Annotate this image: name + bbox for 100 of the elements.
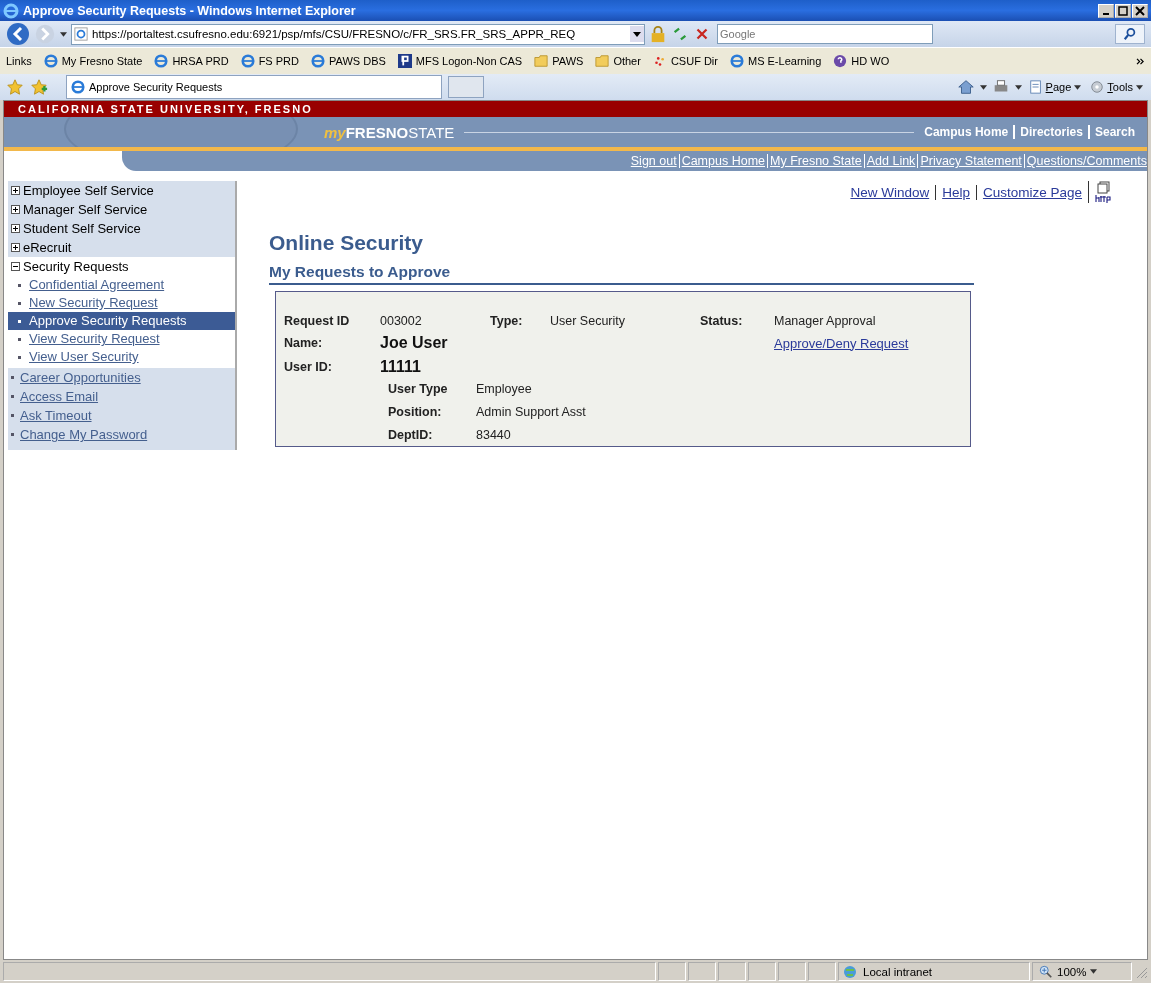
folder-icon [534, 54, 549, 68]
portal-logo: myFRESNOSTATE [324, 123, 455, 141]
folder-icon [595, 54, 610, 68]
menu-link[interactable]: Career Opportunities [20, 368, 141, 387]
expand-icon[interactable] [11, 186, 20, 195]
bullet-icon [11, 433, 14, 436]
favorite-link[interactable]: CSUF Dir [652, 54, 718, 68]
approve-deny-link[interactable]: Approve/Deny Request [774, 335, 970, 351]
maximize-icon [1118, 5, 1128, 16]
bullet-icon [18, 301, 21, 305]
menu-folder[interactable]: Security Requests [11, 257, 232, 276]
university-name: CALIFORNIA STATE UNIVERSITY, FRESNO [18, 103, 313, 115]
gear-icon [1090, 80, 1105, 94]
page-link[interactable]: Customize Page [975, 184, 1082, 200]
menu-folder[interactable]: eRecruit [11, 238, 232, 257]
bullet-icon [11, 395, 14, 398]
bullet-icon [11, 376, 14, 379]
star-icon[interactable] [6, 78, 24, 96]
menu-folder[interactable]: Manager Self Service [11, 200, 232, 219]
bullet-icon [18, 355, 21, 359]
status-pane [688, 962, 716, 981]
lock-icon[interactable] [649, 25, 667, 43]
browser-icon [240, 54, 255, 68]
caret-icon [1074, 84, 1082, 90]
page-link[interactable]: Help [935, 184, 970, 200]
favorite-link[interactable]: PAWS [534, 54, 584, 68]
browser-icon [43, 54, 58, 68]
command-menu[interactable]: Tools [1088, 80, 1145, 94]
collapse-icon[interactable] [11, 262, 20, 271]
close-button[interactable] [1132, 3, 1148, 18]
caret-icon[interactable] [60, 31, 67, 37]
add-favorite-icon[interactable] [30, 78, 48, 96]
search-field[interactable]: Google [717, 24, 933, 44]
caret-icon [1136, 84, 1143, 90]
address-field[interactable]: https://portaltest.csufresno.edu:6921/psp/mfs/CSU/FRESNO/c/FR_SRS.FR_SRS_APPR_REQ [71, 23, 645, 45]
field-label: Type: [490, 314, 524, 328]
letter-tile-icon [397, 54, 412, 68]
expand-icon[interactable] [11, 243, 20, 252]
dropdown-icon[interactable] [630, 26, 644, 42]
caret-icon[interactable] [979, 84, 987, 90]
help-icon [833, 54, 848, 68]
bullet-icon [18, 337, 21, 341]
minimize-icon [1103, 12, 1109, 15]
zoom-button[interactable]: 100% [1032, 962, 1132, 981]
menu-item[interactable]: Approve Security Requests [8, 312, 235, 330]
menu-link[interactable]: Access Email [20, 387, 99, 406]
field-value: User Security [550, 314, 627, 328]
expand-icon[interactable] [11, 205, 20, 214]
caret-icon [1090, 969, 1098, 974]
links-label: Links [6, 55, 32, 67]
chevron-icon[interactable] [1136, 57, 1145, 65]
field-label: User ID: [284, 360, 333, 374]
window-title: Approve Security Requests - Windows Internet Explorer [23, 3, 357, 18]
bullet-icon [18, 319, 21, 323]
browser-icon [154, 54, 169, 68]
field-value: 003002 [380, 314, 423, 328]
favorite-link[interactable]: FS PRD [240, 54, 299, 68]
caret-icon[interactable] [1014, 84, 1022, 90]
zoom-icon [1039, 964, 1053, 979]
search-button[interactable] [1115, 24, 1145, 44]
status-pane [778, 962, 806, 981]
status-pane [658, 962, 686, 981]
refresh-icon[interactable] [671, 25, 689, 43]
favorite-link[interactable]: Other [595, 54, 641, 68]
close-icon [1135, 5, 1145, 16]
menu-item[interactable]: View Security Request [8, 330, 235, 348]
favorite-link[interactable]: My Fresno State [43, 54, 143, 68]
home-icon[interactable] [956, 78, 975, 96]
menu-item[interactable]: Confidential Agreement [8, 276, 235, 294]
menu-folder[interactable]: Student Self Service [11, 219, 232, 238]
minimize-button[interactable] [1098, 3, 1114, 18]
page-icon [1028, 80, 1043, 94]
menu-item[interactable]: View User Security [8, 348, 235, 366]
command-menu[interactable]: Page [1026, 80, 1084, 94]
page-icon [74, 27, 88, 41]
favorite-link[interactable]: MFS Logon-Non CAS [397, 54, 523, 68]
field-label: DeptID: [388, 428, 434, 442]
menu-link[interactable]: Ask Timeout [20, 406, 92, 425]
browser-tab[interactable]: Approve Security Requests [66, 75, 442, 99]
status-pane [718, 962, 746, 981]
browser-icon [71, 80, 85, 94]
security-zone: Local intranet [838, 962, 1030, 981]
favorite-link[interactable]: MS E-Learning [729, 54, 822, 68]
expand-icon[interactable] [11, 224, 20, 233]
field-label: User Type [388, 382, 449, 396]
menu-folder[interactable]: Employee Self Service [11, 181, 232, 200]
favorite-link[interactable]: HRSA PRD [154, 54, 229, 68]
back-button[interactable] [6, 22, 30, 46]
favorite-link[interactable]: PAWS DBS [311, 54, 386, 68]
field-value: 83440 [476, 428, 512, 442]
maximize-button[interactable] [1115, 3, 1131, 18]
field-value: Manager Approval [774, 314, 877, 328]
favorite-link[interactable]: HD WO [833, 54, 890, 68]
section-heading: My Requests to Approve [269, 263, 974, 285]
menu-item[interactable]: New Security Request [8, 294, 235, 312]
page-link[interactable]: New Window [850, 184, 930, 200]
dots-icon [652, 54, 667, 68]
menu-link[interactable]: Change My Password [20, 425, 148, 444]
browser-icon [729, 54, 744, 68]
field-label: Name: [284, 336, 324, 350]
